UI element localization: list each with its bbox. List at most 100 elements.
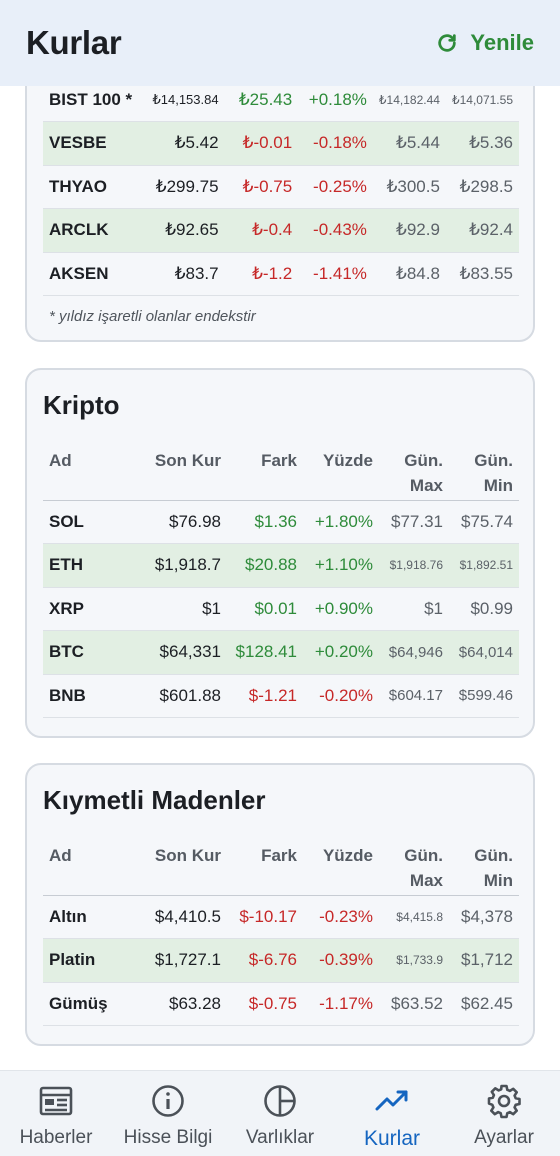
- metals-title: Kıymetli Madenler: [43, 785, 266, 815]
- stocks-table: BIST 100 * ₺14,153.84 ₺25.43 +0.18% ₺14,…: [43, 86, 519, 296]
- table-row[interactable]: SOL $76.98 $1.36 +1.80% $77.31 $75.74: [43, 500, 519, 544]
- crypto-day-min: $75.74: [449, 500, 519, 544]
- nav-item-kurlar[interactable]: Kurlar: [336, 1071, 448, 1156]
- crypto-percent: -0.20%: [303, 674, 379, 718]
- column-header-day-max[interactable]: Gün. Max: [379, 835, 449, 895]
- crypto-last-price: $1,918.7: [143, 543, 227, 588]
- crypto-change: $20.88: [227, 543, 303, 588]
- stock-change: ₺-1.2: [224, 252, 299, 296]
- stock-day-min: ₺14,071.55: [445, 86, 519, 122]
- stock-day-max: ₺84.8: [372, 252, 446, 296]
- nav-label: Varlıklar: [245, 1127, 315, 1148]
- column-header-change[interactable]: Fark: [227, 835, 303, 895]
- crypto-card: Kripto Ad Son Kur Fark Yüzde Gün. Max Gü…: [25, 368, 535, 738]
- metal-name: Altın: [43, 895, 143, 939]
- column-header-change[interactable]: Fark: [227, 440, 303, 500]
- table-row[interactable]: Altın $4,410.5 $-10.17 -0.23% $4,415.8 $…: [43, 895, 519, 939]
- table-row[interactable]: ETH $1,918.7 $20.88 +1.10% $1,918.76 $1,…: [43, 543, 519, 588]
- nav-item-haberler[interactable]: Haberler: [0, 1071, 112, 1156]
- column-header-day-min[interactable]: Gün. Min: [449, 440, 519, 500]
- newspaper-icon: [39, 1086, 73, 1116]
- stock-percent: -1.41%: [298, 252, 373, 296]
- column-header-percent[interactable]: Yüzde: [303, 440, 379, 500]
- stock-name: VESBE: [43, 121, 142, 166]
- table-row[interactable]: Gümüş $63.28 $-0.75 -1.17% $63.52 $62.45: [43, 982, 519, 1026]
- table-row[interactable]: VESBE ₺5.42 ₺-0.01 -0.18% ₺5.44 ₺5.36: [43, 121, 519, 166]
- nav-item-ayarlar[interactable]: Ayarlar: [448, 1071, 560, 1156]
- column-header-last-price[interactable]: Son Kur: [143, 835, 227, 895]
- metal-name: Gümüş: [43, 982, 143, 1026]
- crypto-day-min: $1,892.51: [449, 543, 519, 588]
- column-header-name[interactable]: Ad: [43, 440, 143, 500]
- column-header-last-price[interactable]: Son Kur: [143, 440, 227, 500]
- stocks-card: BIST 100 * ₺14,153.84 ₺25.43 +0.18% ₺14,…: [25, 86, 535, 342]
- stock-last-price: ₺299.75: [141, 165, 225, 209]
- main-scroll-area[interactable]: BIST 100 * ₺14,153.84 ₺25.43 +0.18% ₺14,…: [0, 86, 560, 1070]
- crypto-change: $0.01: [227, 587, 303, 631]
- column-header-day-max[interactable]: Gün. Max: [379, 440, 449, 500]
- crypto-title: Kripto: [43, 390, 120, 420]
- column-header-day-min[interactable]: Gün. Min: [449, 835, 519, 895]
- info-icon: [152, 1085, 184, 1117]
- table-row[interactable]: ARCLK ₺92.65 ₺-0.4 -0.43% ₺92.9 ₺92.4: [43, 208, 519, 253]
- crypto-name: SOL: [43, 500, 143, 544]
- table-row[interactable]: AKSEN ₺83.7 ₺-1.2 -1.41% ₺84.8 ₺83.55: [43, 252, 519, 296]
- crypto-last-price: $64,331: [143, 630, 227, 675]
- metal-change: $-6.76: [227, 938, 303, 983]
- metal-change: $-0.75: [227, 982, 303, 1026]
- metal-change: $-10.17: [227, 895, 303, 939]
- stock-day-min: ₺83.55: [445, 252, 519, 296]
- nav-label: Ayarlar: [474, 1127, 534, 1148]
- app-header: Kurlar Yenile: [0, 0, 560, 86]
- crypto-change: $1.36: [227, 500, 303, 544]
- stock-day-min: ₺5.36: [445, 121, 519, 166]
- crypto-name: BTC: [43, 630, 143, 675]
- stock-name: ARCLK: [43, 208, 142, 253]
- metal-percent: -1.17%: [303, 982, 379, 1026]
- crypto-name: BNB: [43, 674, 143, 718]
- crypto-last-price: $601.88: [143, 674, 227, 718]
- trending-up-icon: [375, 1090, 408, 1111]
- crypto-last-price: $76.98: [143, 500, 227, 544]
- stock-last-price: ₺14,153.84: [141, 86, 225, 122]
- stock-day-max: ₺5.44: [372, 121, 446, 166]
- bottom-navigation: Haberler Hisse Bilgi Varlıklar Kurlar Ay…: [0, 1070, 560, 1156]
- stock-name: THYAO: [43, 165, 142, 209]
- table-row[interactable]: Platin $1,727.1 $-6.76 -0.39% $1,733.9 $…: [43, 938, 519, 983]
- table-row[interactable]: THYAO ₺299.75 ₺-0.75 -0.25% ₺300.5 ₺298.…: [43, 165, 519, 209]
- page-title: Kurlar: [26, 24, 122, 61]
- column-header-percent[interactable]: Yüzde: [303, 835, 379, 895]
- crypto-percent: +1.80%: [303, 500, 379, 544]
- stock-name: AKSEN: [43, 252, 142, 296]
- crypto-day-max: $77.31: [379, 500, 449, 544]
- stock-change: ₺-0.75: [224, 165, 299, 209]
- crypto-change: $-1.21: [227, 674, 303, 718]
- table-row[interactable]: BIST 100 * ₺14,153.84 ₺25.43 +0.18% ₺14,…: [43, 86, 519, 122]
- metal-last-price: $1,727.1: [143, 938, 227, 983]
- table-header-row: Ad Son Kur Fark Yüzde Gün. Max Gün. Min: [43, 440, 519, 500]
- nav-item-varliklar[interactable]: Varlıklar: [224, 1071, 336, 1156]
- column-header-name[interactable]: Ad: [43, 835, 143, 895]
- stock-day-min: ₺298.5: [445, 165, 519, 209]
- refresh-label: Yenile: [470, 30, 534, 55]
- crypto-name: XRP: [43, 587, 143, 631]
- nav-item-hisse-bilgi[interactable]: Hisse Bilgi: [112, 1071, 224, 1156]
- metals-card: Kıymetli Madenler Ad Son Kur Fark Yüzde …: [25, 763, 535, 1046]
- stock-change: ₺-0.01: [224, 121, 299, 166]
- metal-last-price: $4,410.5: [143, 895, 227, 939]
- table-row[interactable]: XRP $1 $0.01 +0.90% $1 $0.99: [43, 587, 519, 631]
- stock-percent: -0.25%: [298, 165, 373, 209]
- crypto-name: ETH: [43, 543, 143, 588]
- metal-day-max: $63.52: [379, 982, 449, 1026]
- crypto-day-max: $1: [379, 587, 449, 631]
- metal-percent: -0.39%: [303, 938, 379, 983]
- crypto-day-max: $64,946: [379, 630, 449, 675]
- table-row[interactable]: BTC $64,331 $128.41 +0.20% $64,946 $64,0…: [43, 630, 519, 675]
- crypto-table: Ad Son Kur Fark Yüzde Gün. Max Gün. Min …: [43, 440, 519, 718]
- stock-day-min: ₺92.4: [445, 208, 519, 253]
- crypto-change: $128.41: [227, 630, 303, 675]
- refresh-button[interactable]: Yenile: [436, 30, 534, 56]
- crypto-day-min: $0.99: [449, 587, 519, 631]
- table-row[interactable]: BNB $601.88 $-1.21 -0.20% $604.17 $599.4…: [43, 674, 519, 718]
- index-footnote: * yıldız işaretli olanlar endekstir: [49, 308, 256, 325]
